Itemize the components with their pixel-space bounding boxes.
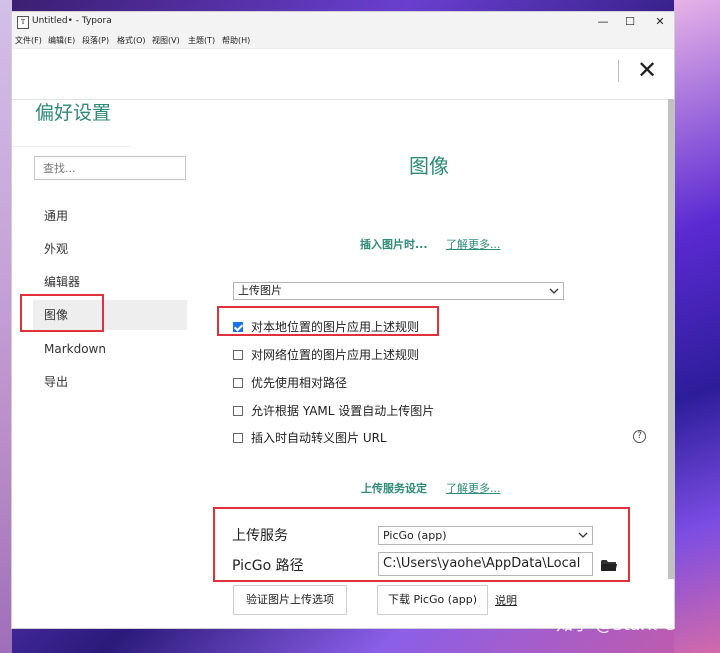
nav-item-editor[interactable]: 编辑器 (33, 267, 187, 297)
checkbox-relative-path[interactable] (233, 377, 243, 388)
menu-view[interactable]: 视图(V) (152, 35, 180, 46)
zhihu-watermark: 知乎 @Stark-C (556, 615, 676, 635)
insert-action-value: 上传图片 (238, 284, 282, 297)
checkbox-yaml-upload[interactable] (233, 405, 243, 416)
nav-item-general[interactable]: 通用 (33, 201, 187, 231)
menu-paragraph[interactable]: 段落(P) (82, 35, 109, 46)
upload-service-section-title: 上传服务设定 (361, 482, 427, 495)
desktop-wallpaper-right (674, 0, 720, 653)
highlight-box-local-images (217, 306, 439, 336)
sidebar-divider (12, 146, 130, 147)
chevron-down-icon (578, 527, 588, 550)
option-network-images[interactable]: 对网络位置的图片应用上述规则 (233, 346, 419, 364)
header-divider (618, 60, 619, 82)
menu-edit[interactable]: 编辑(E) (48, 35, 75, 46)
verify-upload-button[interactable]: 验证图片上传选项 (233, 585, 347, 615)
minimize-button[interactable]: — (590, 13, 616, 31)
help-icon[interactable]: ? (633, 430, 646, 443)
picgo-path-label: PicGo 路径 (232, 558, 304, 574)
option-yaml-upload-label: 允许根据 YAML 设置自动上传图片 (251, 404, 435, 418)
chevron-down-icon (549, 283, 559, 305)
upload-service-label: 上传服务 (232, 528, 288, 544)
title-bar: T Untitled• - Typora — ☐ ✕ (12, 12, 674, 32)
preferences-close-button[interactable]: ✕ (634, 57, 660, 83)
menu-theme[interactable]: 主题(T) (188, 35, 215, 46)
image-section-title: 图像 (409, 154, 449, 178)
menu-help[interactable]: 帮助(H) (222, 35, 250, 46)
preferences-search-input[interactable] (34, 156, 186, 180)
upload-learn-more-link[interactable]: 了解更多... (446, 480, 501, 496)
menu-format[interactable]: 格式(O) (117, 35, 146, 46)
menu-bar: 文件(F) 编辑(E) 段落(P) 格式(O) 视图(V) 主题(T) 帮助(H… (12, 32, 674, 49)
typora-app-icon: T (17, 16, 29, 29)
download-picgo-button[interactable]: 下载 PicGo (app) (377, 585, 488, 615)
typora-window: T Untitled• - Typora — ☐ ✕ 文件(F) 编辑(E) 段… (11, 11, 675, 629)
window-close-button[interactable]: ✕ (647, 13, 673, 31)
upload-service-value: PicGo (app) (383, 529, 447, 542)
option-relative-path[interactable]: 优先使用相对路径 (233, 374, 347, 392)
menu-file[interactable]: 文件(F) (15, 35, 42, 46)
window-title: Untitled• - Typora (32, 16, 112, 26)
vertical-scrollbar[interactable] (668, 99, 675, 579)
insert-action-select[interactable]: 上传图片 (233, 282, 564, 300)
folder-icon[interactable] (601, 557, 617, 576)
insert-learn-more-link[interactable]: 了解更多... (446, 236, 501, 252)
option-escape-url[interactable]: 插入时自动转义图片 URL (233, 429, 387, 447)
preferences-header: ✕ (12, 49, 674, 100)
preferences-title: 偏好设置 (35, 102, 112, 124)
insert-image-label: 插入图片时... (360, 238, 428, 251)
picgo-path-input[interactable]: C:\Users\yaohe\AppData\Local (378, 552, 593, 576)
option-yaml-upload[interactable]: 允许根据 YAML 设置自动上传图片 (233, 402, 434, 420)
option-relative-path-label: 优先使用相对路径 (251, 376, 348, 390)
option-network-images-label: 对网络位置的图片应用上述规则 (251, 348, 420, 362)
nav-item-export[interactable]: 导出 (33, 367, 187, 397)
checkbox-escape-url[interactable] (233, 432, 243, 443)
explain-link[interactable]: 说明 (495, 592, 517, 608)
nav-item-markdown[interactable]: Markdown (33, 334, 187, 364)
checkbox-network-images[interactable] (233, 349, 243, 360)
option-escape-url-label: 插入时自动转义图片 URL (251, 431, 387, 445)
upload-service-select[interactable]: PicGo (app) (378, 526, 593, 545)
maximize-button[interactable]: ☐ (617, 13, 643, 31)
highlight-box-nav-image (20, 294, 104, 332)
nav-item-appearance[interactable]: 外观 (33, 234, 187, 264)
